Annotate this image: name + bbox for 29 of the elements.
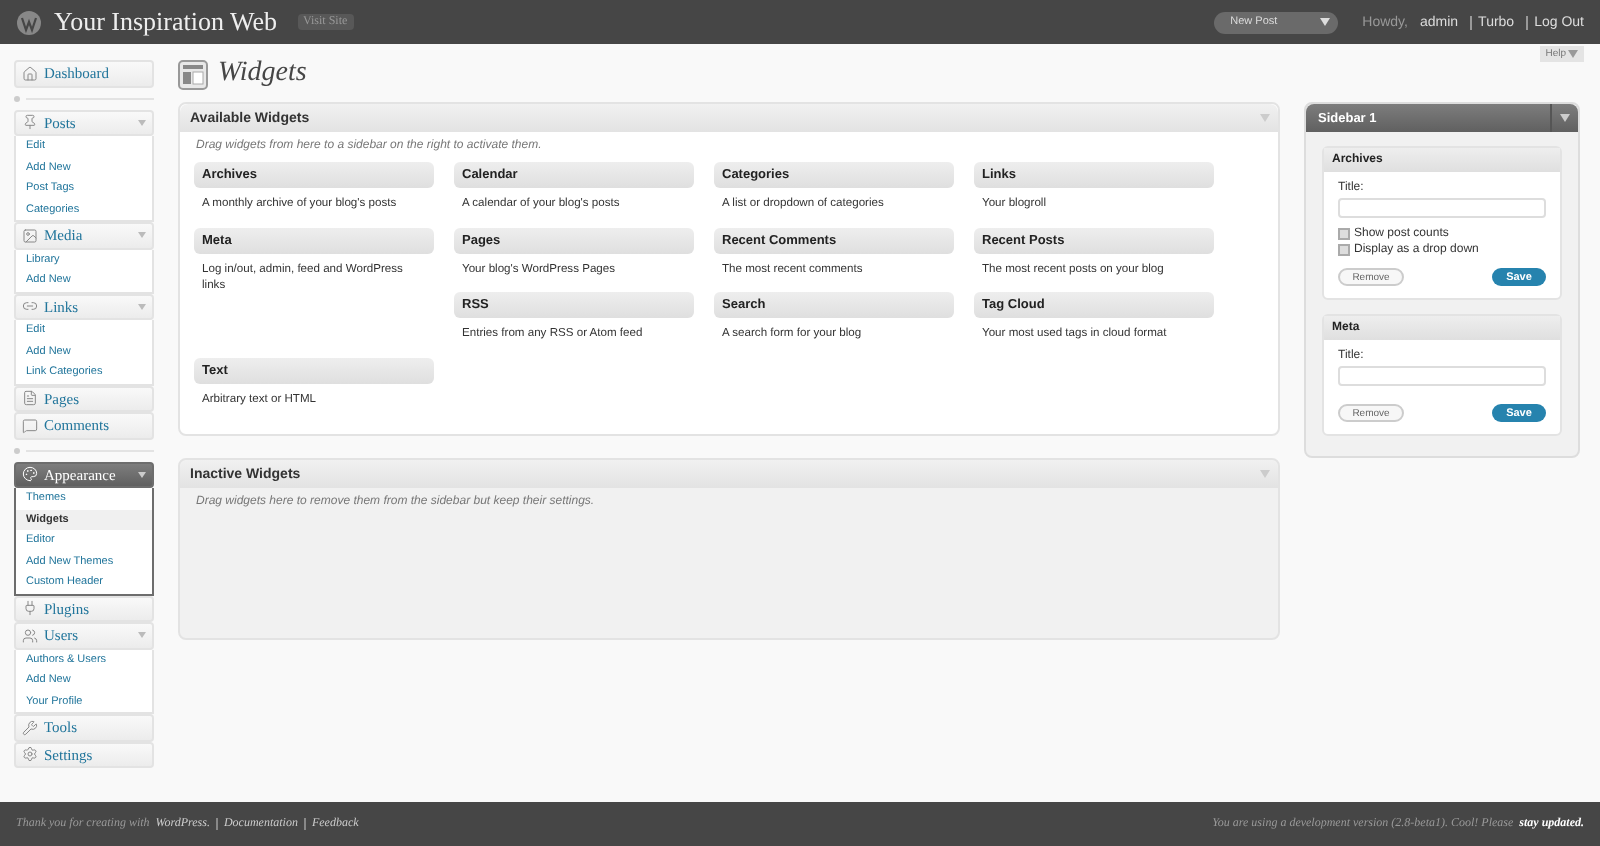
menu-icon [22, 65, 38, 82]
caret-icon [1560, 114, 1570, 122]
widgets-icon [178, 59, 208, 89]
menu-icon [22, 227, 38, 244]
caret-icon [1320, 18, 1331, 26]
menu-icon [22, 719, 38, 736]
menu-icon [22, 627, 38, 644]
menu-icon [22, 390, 38, 407]
toggle-icon[interactable] [138, 632, 146, 639]
site-title: Your Inspiration Web [54, 6, 278, 38]
menu-icon [22, 600, 38, 617]
menu-icon [22, 114, 38, 131]
checkbox[interactable] [1338, 244, 1350, 256]
menu-icon [22, 298, 38, 315]
toggle-icon[interactable] [138, 471, 146, 478]
title-input-field[interactable] [1338, 366, 1546, 386]
wordpress-logo-icon [16, 9, 42, 35]
checkbox[interactable] [1338, 228, 1350, 240]
separator-dot-icon [14, 447, 20, 453]
menu-icon [22, 746, 38, 763]
separator-dot-icon [14, 95, 20, 101]
title-input-field[interactable] [1338, 198, 1546, 218]
menu-icon [22, 466, 38, 483]
toggle-icon[interactable] [138, 232, 146, 239]
caret-icon [1568, 50, 1578, 58]
menu-icon [22, 417, 38, 434]
toggle-icon[interactable] [138, 303, 146, 310]
toggle-icon[interactable] [138, 119, 146, 126]
page-title: Widgets [218, 58, 307, 90]
